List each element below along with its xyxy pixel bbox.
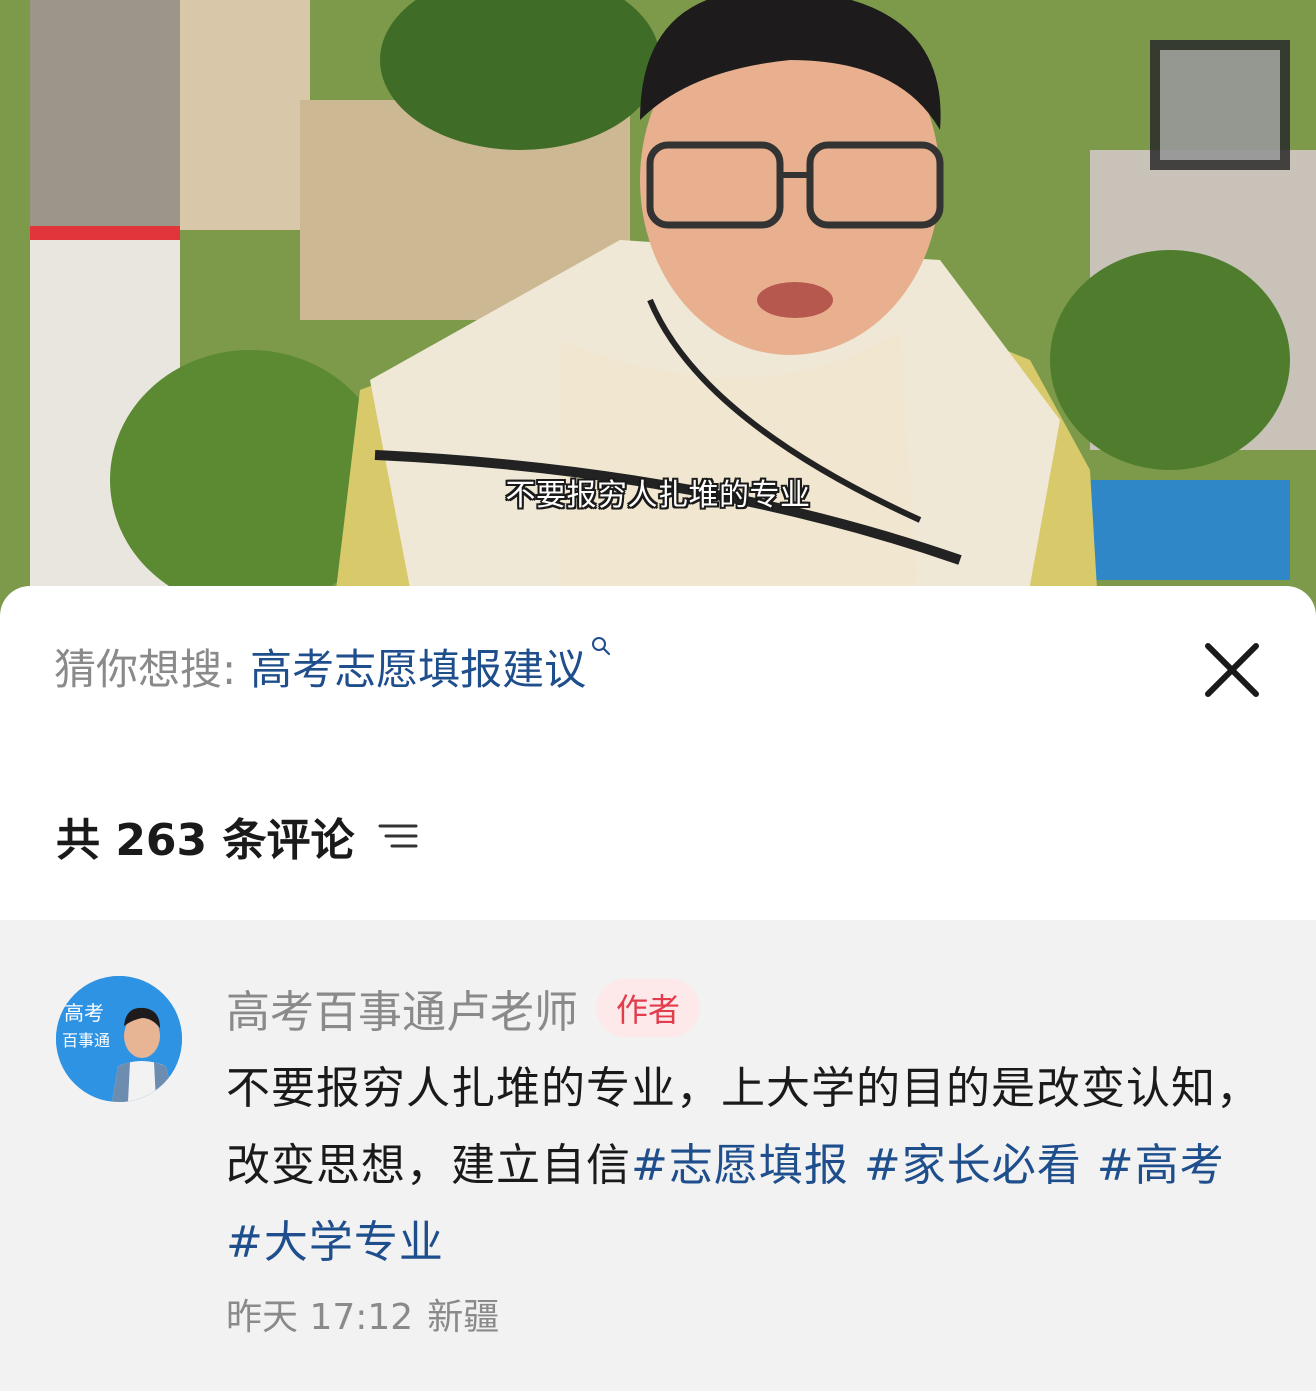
search-suggestion[interactable]: 猜你想搜: 高考志愿填报建议 bbox=[54, 636, 612, 696]
hashtag-link[interactable]: #大学专业 bbox=[226, 1217, 444, 1268]
comment-location: 新疆 bbox=[427, 1297, 500, 1338]
avatar-text-line1: 高考 bbox=[64, 1001, 104, 1025]
search-suggestion-query[interactable]: 高考志愿填报建议 bbox=[250, 636, 586, 697]
comments-count-row: 共 263 条评论 bbox=[56, 808, 418, 866]
avatar-image: 高考 百事通 bbox=[56, 976, 182, 1102]
sort-filter-icon[interactable] bbox=[378, 820, 418, 852]
close-button[interactable] bbox=[1204, 642, 1260, 698]
hashtag-link[interactable]: #高考 bbox=[1097, 1140, 1225, 1191]
search-suggestion-prefix: 猜你想搜: bbox=[54, 644, 237, 694]
video-subtitle: 不要报穷人扎堆的专业 bbox=[505, 478, 811, 513]
comments-count-title: 共 263 条评论 bbox=[56, 815, 355, 866]
comment-author-name[interactable]: 高考百事通卢老师 bbox=[226, 976, 578, 1040]
app-root: 不要报穷人扎堆的专业 猜你想搜: 高考志愿填报建议 共 263 条评论 高考 百… bbox=[0, 0, 1316, 1391]
comment-author-row: 高考百事通卢老师 作者 bbox=[226, 976, 701, 1040]
video-frame-image bbox=[0, 0, 1316, 640]
comments-sheet: 猜你想搜: 高考志愿填报建议 共 263 条评论 高考 百事通 高考百事通卢老师… bbox=[0, 586, 1316, 1391]
comment-item[interactable]: 高考 百事通 高考百事通卢老师 作者 不要报穷人扎堆的专业，上大学的目的是改变认… bbox=[0, 920, 1316, 1391]
video-player[interactable]: 不要报穷人扎堆的专业 bbox=[0, 0, 1316, 640]
comment-body: 不要报穷人扎堆的专业，上大学的目的是改变认知，改变思想，建立自信#志愿填报 #家… bbox=[226, 1050, 1266, 1281]
hashtag-link[interactable]: #志愿填报 bbox=[631, 1140, 849, 1191]
author-badge: 作者 bbox=[596, 979, 701, 1037]
comment-meta: 昨天 17:12 新疆 bbox=[226, 1288, 499, 1340]
comment-time: 昨天 17:12 bbox=[226, 1297, 414, 1338]
avatar-text-line2: 百事通 bbox=[62, 1031, 110, 1050]
avatar[interactable]: 高考 百事通 bbox=[56, 976, 182, 1102]
hashtag-link[interactable]: #家长必看 bbox=[864, 1140, 1082, 1191]
search-icon bbox=[592, 637, 611, 656]
